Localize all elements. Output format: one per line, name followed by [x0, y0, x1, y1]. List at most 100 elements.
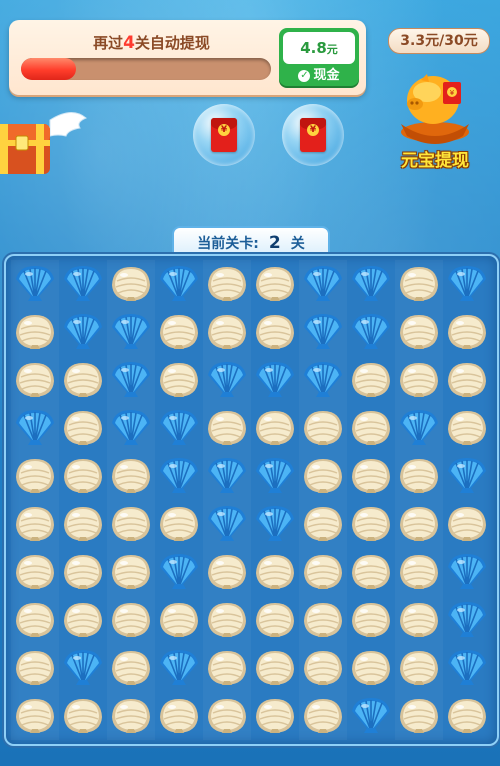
- cream-shell-tile[interactable]: [443, 692, 491, 740]
- cream-shell-tile[interactable]: [11, 356, 59, 404]
- blue-shell-tile[interactable]: [443, 260, 491, 308]
- cream-shell-tile[interactable]: [395, 692, 443, 740]
- cream-shell-tile[interactable]: [299, 500, 347, 548]
- cream-shell-tile[interactable]: [107, 596, 155, 644]
- blue-shell-tile[interactable]: [155, 404, 203, 452]
- blue-shell-tile[interactable]: [107, 356, 155, 404]
- cream-shell-tile[interactable]: [347, 596, 395, 644]
- cream-shell-tile[interactable]: [395, 308, 443, 356]
- cream-shell-tile[interactable]: [107, 260, 155, 308]
- blue-shell-tile[interactable]: [395, 404, 443, 452]
- red-envelope-bubble-1[interactable]: [193, 104, 255, 166]
- red-envelope-bubble-2[interactable]: [282, 104, 344, 166]
- cream-shell-tile[interactable]: [443, 356, 491, 404]
- cream-shell-tile[interactable]: [299, 596, 347, 644]
- cream-shell-tile[interactable]: [347, 452, 395, 500]
- blue-shell-tile[interactable]: [443, 548, 491, 596]
- cream-shell-tile[interactable]: [251, 404, 299, 452]
- cream-shell-tile[interactable]: [59, 596, 107, 644]
- cream-shell-tile[interactable]: [251, 596, 299, 644]
- cream-shell-tile[interactable]: [11, 644, 59, 692]
- blue-shell-tile[interactable]: [203, 452, 251, 500]
- blue-shell-tile[interactable]: [107, 404, 155, 452]
- blue-shell-tile[interactable]: [299, 356, 347, 404]
- cream-shell-tile[interactable]: [107, 500, 155, 548]
- cream-shell-tile[interactable]: [395, 356, 443, 404]
- blue-shell-tile[interactable]: [251, 356, 299, 404]
- blue-shell-tile[interactable]: [443, 452, 491, 500]
- cream-shell-tile[interactable]: [155, 500, 203, 548]
- cream-shell-tile[interactable]: [11, 596, 59, 644]
- blue-shell-tile[interactable]: [203, 500, 251, 548]
- cream-shell-tile[interactable]: [155, 692, 203, 740]
- cream-shell-tile[interactable]: [251, 692, 299, 740]
- cream-shell-tile[interactable]: [395, 500, 443, 548]
- blue-shell-tile[interactable]: [155, 260, 203, 308]
- ingot-withdraw-label[interactable]: 元宝提现: [393, 146, 477, 171]
- cream-shell-tile[interactable]: [107, 692, 155, 740]
- cream-shell-tile[interactable]: [155, 356, 203, 404]
- cream-shell-tile[interactable]: [443, 308, 491, 356]
- blue-shell-tile[interactable]: [299, 308, 347, 356]
- cream-shell-tile[interactable]: [203, 404, 251, 452]
- blue-shell-tile[interactable]: [155, 644, 203, 692]
- cream-shell-tile[interactable]: [395, 260, 443, 308]
- cream-shell-tile[interactable]: [155, 308, 203, 356]
- cream-shell-tile[interactable]: [395, 452, 443, 500]
- cream-shell-tile[interactable]: [251, 308, 299, 356]
- blue-shell-tile[interactable]: [299, 260, 347, 308]
- cream-shell-tile[interactable]: [59, 500, 107, 548]
- cream-shell-tile[interactable]: [299, 452, 347, 500]
- blue-shell-tile[interactable]: [443, 644, 491, 692]
- cream-shell-tile[interactable]: [203, 692, 251, 740]
- cream-shell-tile[interactable]: [443, 500, 491, 548]
- blue-shell-tile[interactable]: [251, 452, 299, 500]
- cream-shell-tile[interactable]: [107, 452, 155, 500]
- blue-shell-tile[interactable]: [11, 404, 59, 452]
- cream-shell-tile[interactable]: [347, 548, 395, 596]
- blue-shell-tile[interactable]: [251, 500, 299, 548]
- cream-shell-tile[interactable]: [299, 548, 347, 596]
- cream-shell-tile[interactable]: [395, 596, 443, 644]
- cream-shell-tile[interactable]: [203, 596, 251, 644]
- cream-shell-tile[interactable]: [299, 644, 347, 692]
- cream-shell-tile[interactable]: [11, 452, 59, 500]
- cream-shell-tile[interactable]: [395, 548, 443, 596]
- cash-card[interactable]: 4.8元 ✓ 现金: [279, 28, 359, 86]
- treasure-chest-icon[interactable]: [0, 100, 90, 180]
- blue-shell-tile[interactable]: [59, 308, 107, 356]
- cream-shell-tile[interactable]: [443, 404, 491, 452]
- cream-shell-tile[interactable]: [347, 644, 395, 692]
- cream-shell-tile[interactable]: [347, 500, 395, 548]
- blue-shell-tile[interactable]: [155, 452, 203, 500]
- cream-shell-tile[interactable]: [11, 548, 59, 596]
- blue-shell-tile[interactable]: [347, 260, 395, 308]
- cream-shell-tile[interactable]: [203, 308, 251, 356]
- cream-shell-tile[interactable]: [11, 692, 59, 740]
- blue-shell-tile[interactable]: [155, 548, 203, 596]
- cream-shell-tile[interactable]: [251, 260, 299, 308]
- blue-shell-tile[interactable]: [347, 308, 395, 356]
- blue-shell-tile[interactable]: [203, 356, 251, 404]
- gold-piggy-ingot-icon[interactable]: ¥: [395, 62, 475, 147]
- blue-shell-tile[interactable]: [59, 260, 107, 308]
- cream-shell-tile[interactable]: [11, 500, 59, 548]
- cream-shell-tile[interactable]: [11, 308, 59, 356]
- cream-shell-tile[interactable]: [299, 692, 347, 740]
- cream-shell-tile[interactable]: [203, 548, 251, 596]
- cream-shell-tile[interactable]: [395, 644, 443, 692]
- blue-shell-tile[interactable]: [59, 644, 107, 692]
- cream-shell-tile[interactable]: [59, 404, 107, 452]
- cream-shell-tile[interactable]: [203, 644, 251, 692]
- cream-shell-tile[interactable]: [59, 692, 107, 740]
- cream-shell-tile[interactable]: [299, 404, 347, 452]
- cream-shell-tile[interactable]: [59, 452, 107, 500]
- cream-shell-tile[interactable]: [59, 356, 107, 404]
- cream-shell-tile[interactable]: [251, 548, 299, 596]
- cream-shell-tile[interactable]: [155, 596, 203, 644]
- blue-shell-tile[interactable]: [347, 692, 395, 740]
- blue-shell-tile[interactable]: [11, 260, 59, 308]
- cream-shell-tile[interactable]: [203, 260, 251, 308]
- cream-shell-tile[interactable]: [347, 356, 395, 404]
- cream-shell-tile[interactable]: [251, 644, 299, 692]
